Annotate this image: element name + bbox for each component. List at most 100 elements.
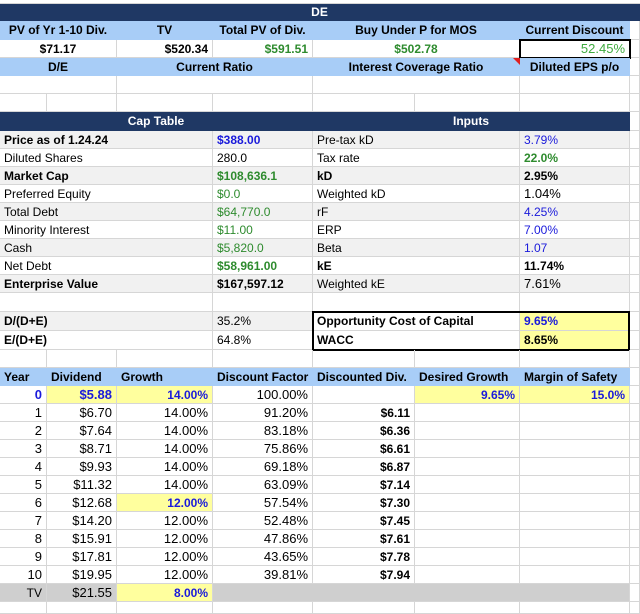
discounted-div-cell[interactable]: $6.61 — [313, 440, 415, 458]
cap-table-label[interactable]: Market Cap — [0, 167, 213, 185]
discount-factor-cell[interactable]: 100.00% — [213, 386, 313, 404]
cell[interactable] — [520, 476, 630, 494]
cell[interactable] — [415, 476, 520, 494]
cap-table-label[interactable]: Price as of 1.24.24 — [0, 131, 213, 149]
cell[interactable] — [47, 602, 117, 614]
opportunity-cost-label[interactable]: Opportunity Cost of Capital — [313, 312, 520, 331]
discounted-div-cell[interactable]: $7.94 — [313, 566, 415, 584]
cell[interactable] — [630, 94, 640, 112]
discount-factor-cell[interactable]: 83.18% — [213, 422, 313, 440]
cell[interactable] — [520, 512, 630, 530]
cell[interactable] — [630, 548, 640, 566]
cap-table-value[interactable]: $388.00 — [213, 131, 313, 149]
header-pv-yr-1-10[interactable]: PV of Yr 1-10 Div. — [0, 21, 117, 40]
cap-table-value[interactable]: $5,820.0 — [213, 239, 313, 257]
equity-weight-value[interactable]: 64.8% — [213, 331, 313, 350]
cell[interactable] — [630, 422, 640, 440]
header-current-ratio[interactable]: Current Ratio — [117, 58, 313, 76]
header-margin-of-safety[interactable]: Margin of Safety — [520, 368, 630, 386]
cap-table-value[interactable]: $11.00 — [213, 221, 313, 239]
cell[interactable] — [313, 350, 415, 368]
cell[interactable] — [415, 494, 520, 512]
input-value[interactable]: 1.04% — [520, 185, 630, 203]
growth-cell[interactable]: 14.00% — [117, 422, 213, 440]
cap-table-value[interactable]: $108,636.1 — [213, 167, 313, 185]
tv-growth[interactable]: 8.00% — [117, 584, 213, 602]
header-buy-under[interactable]: Buy Under P for MOS — [313, 21, 520, 40]
year-cell[interactable]: 2 — [0, 422, 47, 440]
cell[interactable] — [415, 94, 520, 112]
cap-table-label[interactable]: Net Debt — [0, 257, 213, 275]
year-cell[interactable]: 4 — [0, 458, 47, 476]
cell[interactable] — [213, 350, 313, 368]
cell[interactable] — [630, 368, 640, 386]
input-label[interactable]: ERP — [313, 221, 520, 239]
cell[interactable] — [630, 76, 640, 94]
cell[interactable] — [630, 530, 640, 548]
input-value[interactable]: 7.61% — [520, 275, 630, 293]
discounted-div-cell[interactable]: $6.36 — [313, 422, 415, 440]
cell[interactable] — [630, 350, 640, 368]
dividend-cell[interactable]: $17.81 — [47, 548, 117, 566]
dividend-cell[interactable]: $9.93 — [47, 458, 117, 476]
header-growth[interactable]: Growth — [117, 368, 213, 386]
cell[interactable] — [213, 293, 313, 312]
cap-table-header[interactable]: Cap Table — [0, 112, 313, 131]
cap-table-label[interactable]: Enterprise Value — [0, 275, 213, 293]
cell[interactable] — [630, 239, 640, 257]
cell[interactable] — [520, 530, 630, 548]
discount-factor-cell[interactable]: 69.18% — [213, 458, 313, 476]
discount-factor-cell[interactable]: 43.65% — [213, 548, 313, 566]
wacc-label[interactable]: WACC — [313, 331, 520, 350]
cell[interactable] — [520, 422, 630, 440]
header-discounted-div[interactable]: Discounted Div. — [313, 368, 415, 386]
cell[interactable] — [415, 404, 520, 422]
input-label[interactable]: Weighted kD — [313, 185, 520, 203]
cell[interactable] — [0, 94, 47, 112]
cell[interactable] — [520, 94, 630, 112]
cell[interactable] — [630, 40, 640, 58]
cell[interactable] — [313, 293, 520, 312]
year-cell[interactable]: 10 — [0, 566, 47, 584]
input-label[interactable]: kE — [313, 257, 520, 275]
cell[interactable] — [47, 94, 117, 112]
cell[interactable] — [415, 350, 520, 368]
dividend-cell[interactable]: $12.68 — [47, 494, 117, 512]
buy-under-value[interactable]: $502.78 — [313, 40, 520, 58]
debt-weight-label[interactable]: D/(D+E) — [0, 312, 213, 331]
input-label[interactable]: Weighted kE — [313, 275, 520, 293]
header-current-discount[interactable]: Current Discount — [520, 21, 630, 40]
year-cell[interactable]: 8 — [0, 530, 47, 548]
cell[interactable] — [415, 548, 520, 566]
header-discount-factor[interactable]: Discount Factor — [213, 368, 313, 386]
dividend-cell[interactable]: $6.70 — [47, 404, 117, 422]
growth-cell[interactable]: 14.00% — [117, 386, 213, 404]
discount-factor-cell[interactable]: 75.86% — [213, 440, 313, 458]
margin-of-safety-value[interactable]: 15.0% — [520, 386, 630, 404]
cell[interactable] — [630, 494, 640, 512]
discount-factor-cell[interactable]: 39.81% — [213, 566, 313, 584]
cell[interactable] — [117, 350, 213, 368]
cell[interactable] — [520, 602, 630, 614]
header-year[interactable]: Year — [0, 368, 47, 386]
tv-year-label[interactable]: TV — [0, 584, 47, 602]
growth-cell[interactable]: 12.00% — [117, 494, 213, 512]
growth-cell[interactable]: 12.00% — [117, 548, 213, 566]
growth-cell[interactable]: 12.00% — [117, 566, 213, 584]
header-tv[interactable]: TV — [117, 21, 213, 40]
cell[interactable] — [313, 94, 415, 112]
discounted-div-cell[interactable]: $7.61 — [313, 530, 415, 548]
input-value[interactable]: 2.95% — [520, 167, 630, 185]
cap-table-value[interactable]: 280.0 — [213, 149, 313, 167]
cell[interactable] — [520, 494, 630, 512]
pv-yr-1-10-value[interactable]: $71.17 — [0, 40, 117, 58]
discounted-div-cell[interactable]: $7.14 — [313, 476, 415, 494]
discounted-div-cell[interactable] — [313, 386, 415, 404]
cell[interactable] — [520, 293, 630, 312]
growth-cell[interactable]: 14.00% — [117, 404, 213, 422]
header-interest-coverage[interactable]: Interest Coverage Ratio — [313, 58, 520, 76]
cell[interactable] — [415, 602, 520, 614]
cell[interactable] — [630, 167, 640, 185]
header-total-pv[interactable]: Total PV of Div. — [213, 21, 313, 40]
header-diluted-eps[interactable]: Diluted EPS p/o — [520, 58, 630, 76]
